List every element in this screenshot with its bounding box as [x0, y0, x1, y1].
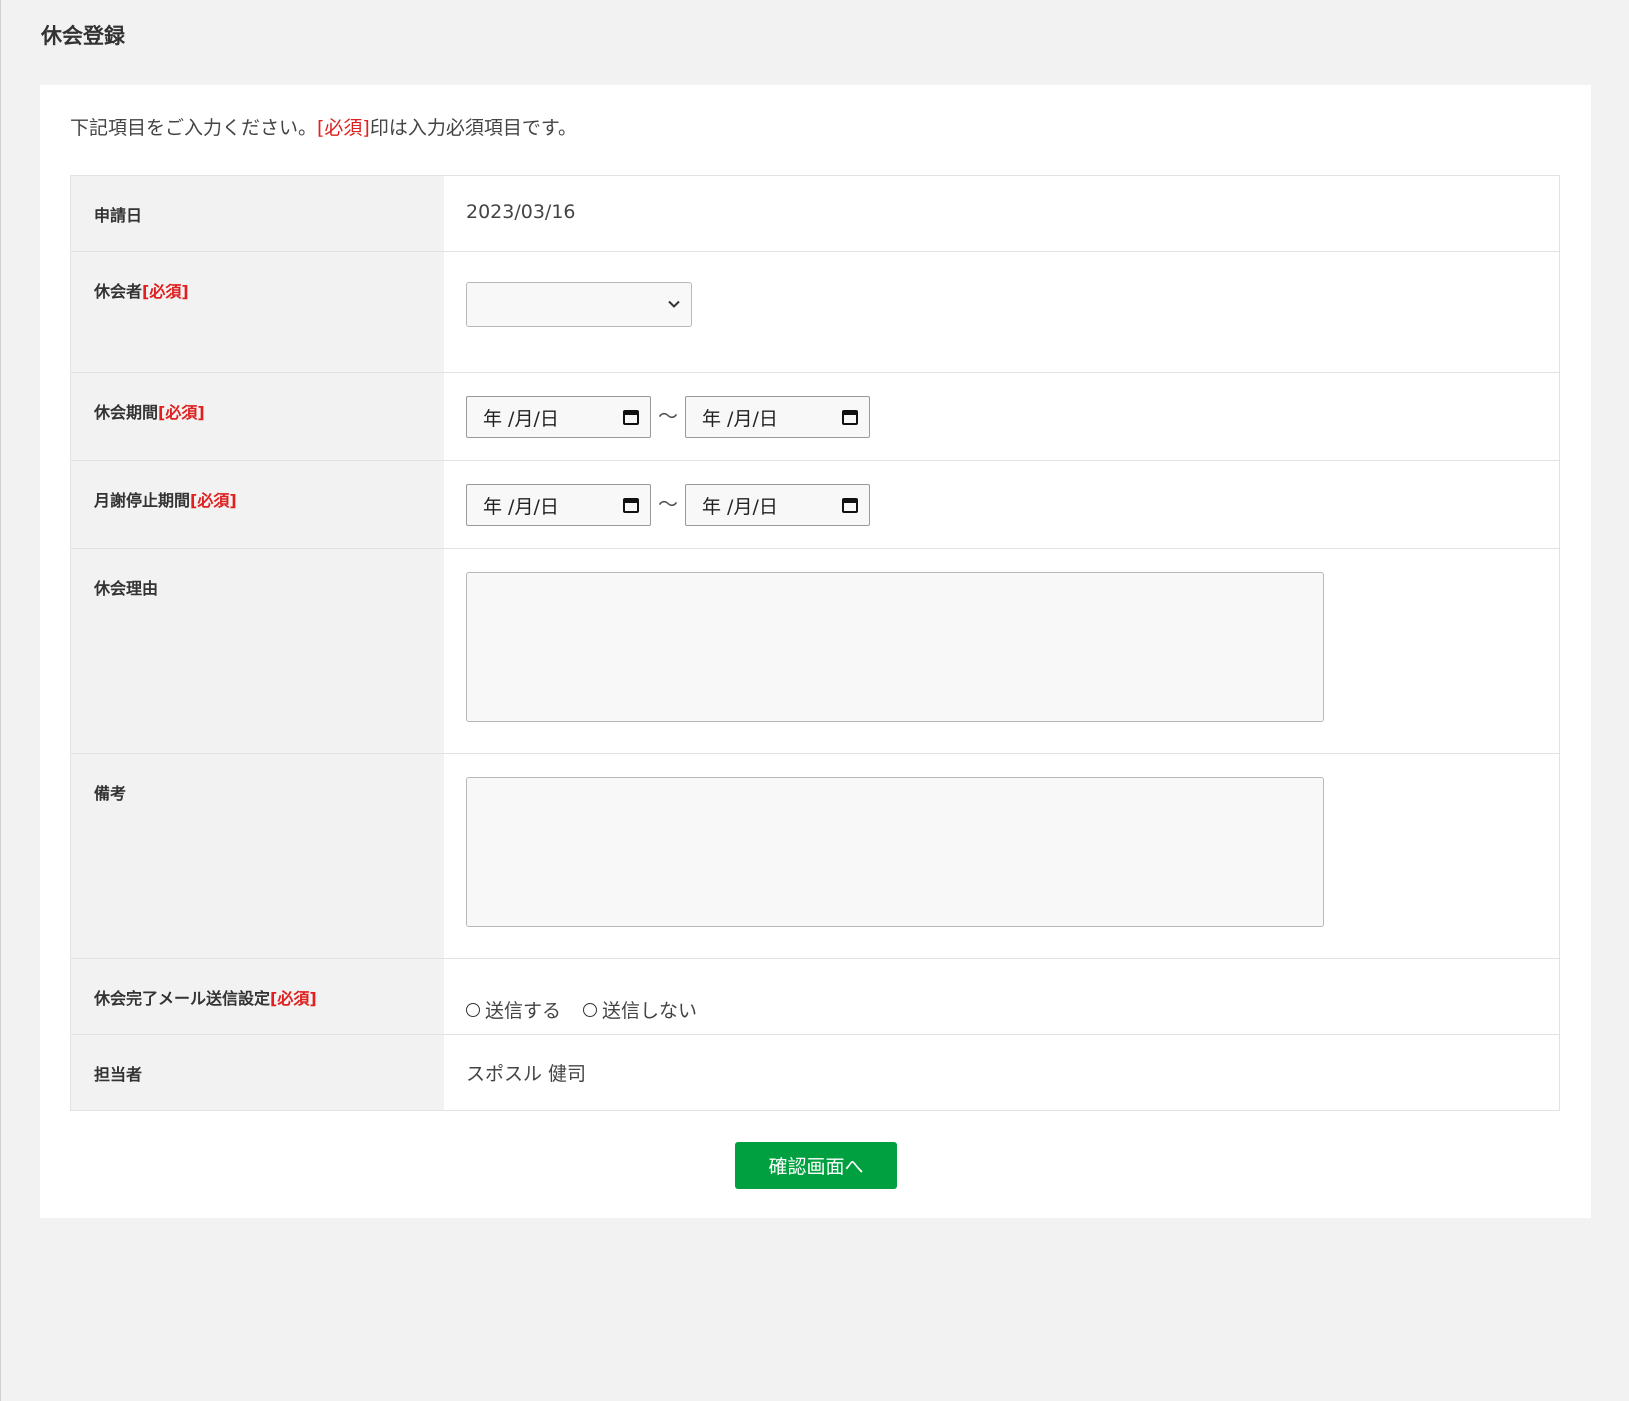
confirm-button[interactable]: 確認画面へ [735, 1142, 897, 1189]
intro-text: 下記項目をご入力ください。[必須]印は入力必須項目です。 [70, 113, 577, 140]
row-member: 休会者[必須] [71, 252, 1559, 373]
row-reason: 休会理由 [71, 549, 1559, 754]
mail-no-send-option[interactable]: 送信しない [583, 996, 697, 1023]
application-date-value: 2023/03/16 [466, 201, 576, 223]
mail-no-send-option-label: 送信しない [602, 1000, 698, 1022]
reason-label-text: 休会理由 [94, 579, 159, 598]
row-mail-setting: 休会完了メール送信設定[必須] 送信する 送信しない [71, 959, 1559, 1035]
leave-period-label-text: 休会期間 [94, 403, 159, 422]
page-title: 休会登録 [41, 24, 125, 48]
fee-stop-period-label: 月謝停止期間[必須] [71, 461, 444, 548]
row-notes: 備考 [71, 754, 1559, 959]
application-date-label-text: 申請日 [94, 206, 143, 225]
staff-label: 担当者 [71, 1035, 444, 1110]
notes-label: 備考 [71, 754, 444, 958]
leave-period-label: 休会期間[必須] [71, 373, 444, 460]
fee-stop-end-date-input[interactable]: 年 /月/日 [685, 484, 870, 526]
intro-before: 下記項目をご入力ください。 [70, 117, 318, 139]
radio-button-icon[interactable] [466, 1002, 480, 1017]
row-application-date: 申請日 2023/03/16 [71, 176, 1559, 252]
required-tag: [必須] [142, 282, 189, 301]
fee-stop-period-label-text: 月謝停止期間 [94, 491, 191, 510]
leave-end-date-placeholder: 年 /月/日 [702, 407, 778, 430]
application-date-label: 申請日 [71, 176, 444, 251]
leave-start-date-input[interactable]: 年 /月/日 [466, 396, 651, 438]
fee-stop-start-date-input[interactable]: 年 /月/日 [466, 484, 651, 526]
member-select[interactable] [466, 282, 692, 327]
form-panel: 下記項目をご入力ください。[必須]印は入力必須項目です。 申請日 2023/03… [40, 85, 1591, 1218]
calendar-icon[interactable] [622, 408, 640, 426]
intro-after: 印は入力必須項目です。 [369, 117, 577, 139]
row-leave-period: 休会期間[必須] 年 /月/日 〜 年 /月/日 [71, 373, 1559, 461]
mail-setting-label-text: 休会完了メール送信設定 [94, 989, 271, 1008]
reason-label: 休会理由 [71, 549, 444, 753]
fee-stop-end-date-placeholder: 年 /月/日 [702, 495, 778, 518]
member-label-text: 休会者 [94, 282, 143, 301]
row-fee-stop-period: 月謝停止期間[必須] 年 /月/日 〜 年 /月/日 [71, 461, 1559, 549]
staff-value: スポスル 健司 [466, 1063, 587, 1085]
chevron-down-icon [668, 300, 680, 308]
intro-required-mark: [必須] [317, 117, 370, 139]
required-tag: [必須] [158, 403, 205, 422]
leave-end-date-input[interactable]: 年 /月/日 [685, 396, 870, 438]
mail-send-option-label: 送信する [485, 1000, 562, 1022]
period-separator: 〜 [658, 492, 678, 516]
mail-setting-label: 休会完了メール送信設定[必須] [71, 959, 444, 1034]
fee-stop-start-date-placeholder: 年 /月/日 [483, 495, 559, 518]
notes-label-text: 備考 [94, 784, 127, 803]
calendar-icon[interactable] [841, 408, 859, 426]
calendar-icon[interactable] [622, 496, 640, 514]
leave-start-date-placeholder: 年 /月/日 [483, 407, 559, 430]
form-table: 申請日 2023/03/16 休会者[必須] 休会期間[必須] 年 /月/日 〜… [70, 175, 1560, 1111]
mail-send-option[interactable]: 送信する [466, 996, 561, 1023]
notes-textarea[interactable] [466, 777, 1324, 927]
row-staff: 担当者 スポスル 健司 [71, 1035, 1559, 1110]
required-tag: [必須] [190, 491, 237, 510]
calendar-icon[interactable] [841, 496, 859, 514]
period-separator: 〜 [658, 404, 678, 428]
required-tag: [必須] [270, 989, 317, 1008]
reason-textarea[interactable] [466, 572, 1324, 722]
member-label: 休会者[必須] [71, 252, 444, 372]
radio-button-icon[interactable] [583, 1002, 598, 1017]
staff-label-text: 担当者 [94, 1065, 143, 1084]
